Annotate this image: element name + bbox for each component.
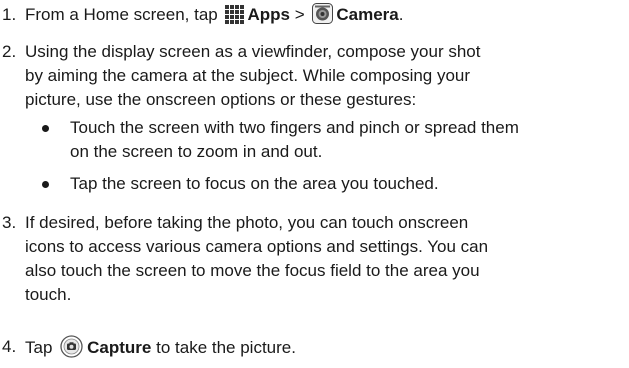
step-text: Using the display screen as a viewfinder… (25, 40, 625, 112)
capture-button-icon (60, 335, 83, 358)
step-number: 4. (2, 337, 17, 356)
bullet-dot (42, 125, 49, 132)
camera-label: Camera (336, 5, 399, 24)
bullet-text: Touch the screen with two fingers and pi… (70, 116, 625, 164)
step-number: 2. (2, 42, 17, 61)
text-line: by aiming the camera at the subject. Whi… (25, 66, 471, 85)
text-line: icons to access various camera options a… (25, 237, 489, 256)
text-line: picture, use the onscreen options or the… (25, 90, 417, 109)
menu-separator: > (294, 5, 310, 24)
step-number: 3. (2, 213, 17, 232)
apps-label: Apps (247, 5, 290, 24)
text-line: also touch the screen to move the focus … (25, 261, 480, 280)
camera-app-icon (312, 3, 334, 24)
step-1-lead-text: From a Home screen, tap (25, 5, 223, 24)
capture-label: Capture (87, 338, 152, 357)
bullet-dot (42, 181, 49, 188)
step-1-end-punct: . (398, 5, 404, 24)
text-line: on the screen to zoom in and out. (70, 142, 323, 161)
step-text: If desired, before taking the photo, you… (25, 211, 625, 307)
step-4-end-text: to take the picture. (156, 338, 296, 357)
text-line: If desired, before taking the photo, you… (25, 213, 469, 232)
text-line: touch. (25, 285, 72, 304)
text-line: Touch the screen with two fingers and pi… (70, 118, 519, 137)
bullet-text: Tap the screen to focus on the area you … (70, 172, 625, 196)
step-text: Tap Capture to take the picture. (25, 335, 625, 360)
text-line: Using the display screen as a viewfinder… (25, 42, 481, 61)
step-number: 1. (2, 5, 17, 24)
step-4-lead-text: Tap (25, 338, 58, 357)
text-line: Tap the screen to focus on the area you … (70, 174, 439, 193)
apps-grid-icon (225, 5, 245, 24)
instructions-page: 1. From a Home screen, tap Apps > Camera… (0, 0, 629, 368)
step-text: From a Home screen, tap Apps > Camera. (25, 3, 625, 27)
